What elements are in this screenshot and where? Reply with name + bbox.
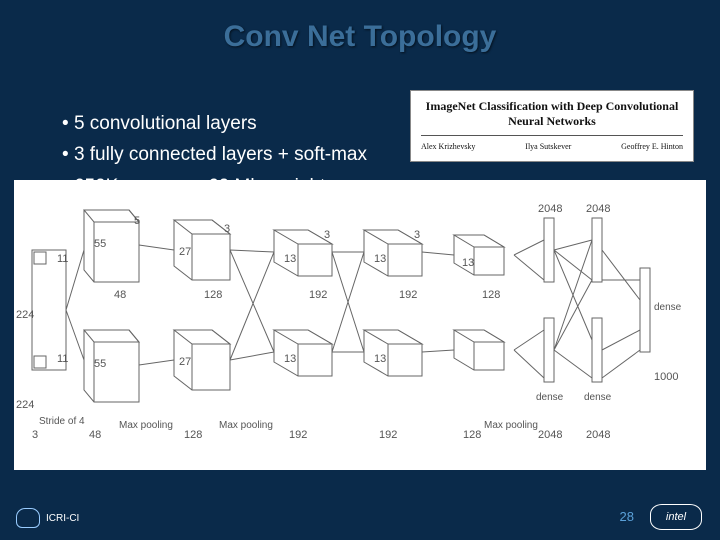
svg-text:224: 224 <box>16 309 34 321</box>
slide: { "title": "Conv Net Topology", "bullets… <box>0 0 720 540</box>
svg-text:5: 5 <box>134 215 140 227</box>
svg-text:13: 13 <box>374 353 386 365</box>
svg-text:27: 27 <box>179 356 191 368</box>
svg-text:Max pooling: Max pooling <box>119 420 173 431</box>
svg-text:dense: dense <box>536 392 564 403</box>
svg-text:3: 3 <box>224 223 230 235</box>
bullet-item: 5 convolutional layers <box>62 109 367 138</box>
svg-text:128: 128 <box>482 289 500 301</box>
svg-text:128: 128 <box>184 429 202 441</box>
svg-text:224: 224 <box>16 399 34 411</box>
svg-text:192: 192 <box>379 429 397 441</box>
svg-text:2048: 2048 <box>538 203 562 215</box>
svg-text:128: 128 <box>204 289 222 301</box>
slide-title: Conv Net Topology <box>0 20 720 54</box>
svg-text:13: 13 <box>284 353 296 365</box>
paper-title: ImageNet Classification with Deep Convol… <box>421 99 683 129</box>
svg-text:48: 48 <box>114 289 126 301</box>
svg-text:13: 13 <box>462 257 474 269</box>
paper-authors: Alex Krizhevsky Ilya Sutskever Geoffrey … <box>421 142 683 151</box>
paper-citation-box: ImageNet Classification with Deep Convol… <box>410 90 694 162</box>
svg-text:Max pooling: Max pooling <box>484 420 538 431</box>
svg-text:dense: dense <box>654 302 682 313</box>
bullet-item: 3 fully connected layers + soft-max <box>62 140 367 169</box>
svg-text:3: 3 <box>324 229 330 241</box>
svg-text:192: 192 <box>289 429 307 441</box>
divider <box>421 135 683 136</box>
svg-text:192: 192 <box>399 289 417 301</box>
svg-text:Max pooling: Max pooling <box>219 420 273 431</box>
svg-text:2048: 2048 <box>586 429 610 441</box>
svg-text:55: 55 <box>94 358 106 370</box>
architecture-diagram: 224 3 224 11 11 Stride of 4 55 55 48 48 … <box>14 180 706 470</box>
page-number: 28 <box>620 509 634 524</box>
svg-text:55: 55 <box>94 238 106 250</box>
footer-left-text: ICRI-CI <box>46 513 79 524</box>
svg-text:Stride of 4: Stride of 4 <box>39 416 85 427</box>
svg-text:128: 128 <box>463 429 481 441</box>
svg-text:dense: dense <box>584 392 612 403</box>
svg-text:13: 13 <box>284 253 296 265</box>
brain-icon <box>16 508 40 528</box>
svg-text:27: 27 <box>179 246 191 258</box>
svg-text:3: 3 <box>414 229 420 241</box>
svg-text:2048: 2048 <box>538 429 562 441</box>
svg-text:11: 11 <box>57 353 68 365</box>
svg-text:13: 13 <box>374 253 386 265</box>
svg-text:11: 11 <box>57 253 68 265</box>
svg-text:192: 192 <box>309 289 327 301</box>
svg-text:48: 48 <box>89 429 101 441</box>
footer-left-logo: ICRI-CI <box>16 508 79 528</box>
svg-text:1000: 1000 <box>654 371 678 383</box>
intel-logo: intel <box>650 504 702 530</box>
svg-text:3: 3 <box>32 429 38 441</box>
svg-text:2048: 2048 <box>586 203 610 215</box>
